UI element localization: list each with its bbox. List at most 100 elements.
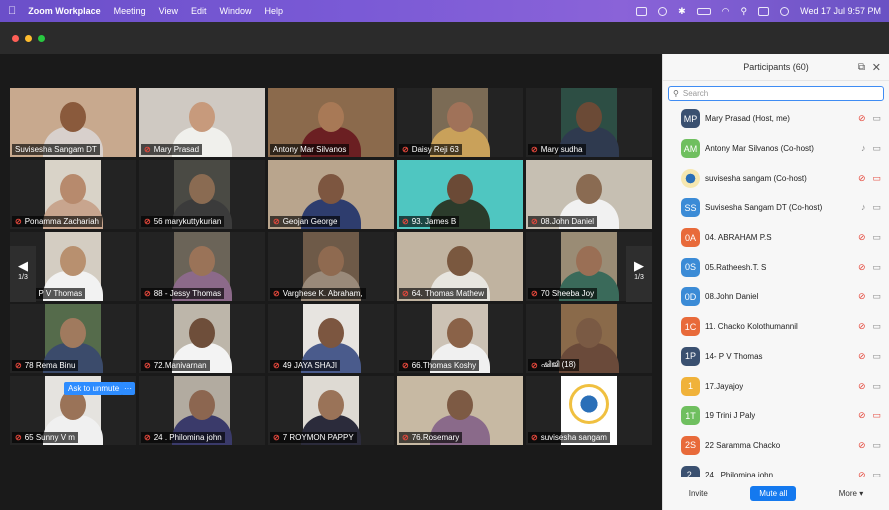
control-center-icon[interactable] [758, 6, 770, 16]
menu-meeting[interactable]: Meeting [114, 6, 146, 16]
video-tile[interactable]: ⊘ suvisesha sangam [526, 376, 652, 445]
muted-mic-icon[interactable]: ⊘ [858, 440, 866, 451]
video-tile[interactable]: ⊘ 24 . Philomina john [139, 376, 265, 445]
participant-name-label: ⊘ 66.Thomas Koshy [399, 360, 480, 371]
invite-button[interactable]: Invite [680, 486, 717, 501]
video-off-icon[interactable]: ▭ [872, 173, 881, 184]
participant-row[interactable]: 1T 19 Trini J Paly ⊘ ▭ [663, 401, 889, 431]
video-icon[interactable]: ▭ [872, 202, 881, 213]
close-icon[interactable]: ✕ [872, 61, 881, 74]
menu-help[interactable]: Help [265, 6, 284, 16]
video-tile[interactable]: ⊘ 49 JAYA SHAJI [268, 304, 394, 373]
person-head [318, 318, 344, 348]
wifi-icon[interactable]: ◠ [722, 6, 730, 17]
muted-mic-icon[interactable]: ⊘ [858, 470, 866, 477]
video-tile[interactable]: ⊘ 78 Rema Binu [10, 304, 136, 373]
video-tile[interactable]: ⊘ 64. Thomas Mathew [397, 232, 523, 301]
participant-name-label: ⊘ ഷിജി (18) [528, 359, 579, 371]
video-tile[interactable]: ⊘ Ponamma Zachariah [10, 160, 136, 229]
video-tile[interactable]: ⊘ 08.John Daniel [526, 160, 652, 229]
video-icon[interactable]: ▭ [872, 381, 881, 392]
battery-icon[interactable] [696, 7, 711, 15]
muted-mic-icon: ⊘ [531, 217, 538, 226]
muted-mic-icon[interactable]: ⊘ [858, 321, 866, 332]
siri-icon[interactable] [780, 6, 790, 16]
muted-mic-icon[interactable]: ⊘ [858, 410, 866, 421]
video-tile[interactable]: ⊘ Daisy Reji 63 [397, 88, 523, 157]
video-tile[interactable]: ⊘ 66.Thomas Koshy [397, 304, 523, 373]
video-icon[interactable]: ▭ [872, 351, 881, 362]
video-icon[interactable]: ▭ [872, 291, 881, 302]
muted-mic-icon: ⊘ [15, 361, 22, 370]
participant-row[interactable]: MP Mary Prasad (Host, me) ⊘ ▭ [663, 104, 889, 134]
zoom-status-icon[interactable] [636, 6, 648, 16]
video-icon[interactable]: ▭ [872, 113, 881, 124]
menu-edit[interactable]: Edit [191, 6, 207, 16]
participant-row[interactable]: 1P 14- P V Thomas ⊘ ▭ [663, 342, 889, 372]
video-off-icon[interactable]: ▭ [872, 410, 881, 421]
video-tile[interactable]: ⊘ 76.Rosemary [397, 376, 523, 445]
participant-row[interactable]: AM Antony Mar Silvanos (Co-host) ♪ ▭ [663, 134, 889, 164]
video-tile[interactable]: ⊘ 72.Manivarnan [139, 304, 265, 373]
video-icon[interactable]: ▭ [872, 470, 881, 477]
video-tile[interactable]: ⊘ 7 ROYMON PAPPY [268, 376, 394, 445]
tile-more-button[interactable]: ··· [121, 382, 135, 395]
search-icon[interactable]: ⚲ [741, 6, 748, 17]
muted-mic-icon[interactable]: ⊘ [858, 232, 866, 243]
more-button[interactable]: More ▾ [830, 486, 872, 501]
fullscreen-window-button[interactable] [38, 35, 45, 42]
menubar-clock[interactable]: Wed 17 Jul 9:57 PM [800, 6, 881, 16]
muted-mic-icon[interactable]: ⊘ [858, 291, 866, 302]
video-tile[interactable]: Antony Mar Silvanos [268, 88, 394, 157]
mute-all-button[interactable]: Mute all [750, 486, 797, 501]
chevron-right-icon: ▶ [634, 258, 644, 273]
participant-row[interactable]: 0A 04. ABRAHAM P.S ⊘ ▭ [663, 223, 889, 253]
participant-row[interactable]: SS Suvisesha Sangam DT (Co-host) ♪ ▭ [663, 193, 889, 223]
menu-window[interactable]: Window [220, 6, 252, 16]
close-window-button[interactable] [12, 35, 19, 42]
participant-row[interactable]: suvisesha sangam (Co-host) ⊘ ▭ [663, 163, 889, 193]
video-icon[interactable]: ▭ [872, 440, 881, 451]
bluetooth-icon[interactable]: ✱ [678, 6, 686, 17]
video-tile[interactable]: ⊘ Varghese K. Abraham, [268, 232, 394, 301]
menu-app-name[interactable]: Zoom Workplace [28, 6, 100, 16]
participant-row[interactable]: 2S 22 Saramma Chacko ⊘ ▭ [663, 431, 889, 461]
video-tile[interactable]: ⊘ Geojan George [268, 160, 394, 229]
ask-to-unmute-button[interactable]: Ask to unmute [64, 382, 124, 395]
participant-list[interactable]: MP Mary Prasad (Host, me) ⊘ ▭ AM Antony Mar S… [663, 104, 889, 477]
muted-mic-icon[interactable]: ⊘ [858, 113, 866, 124]
video-tile[interactable]: ⊘ ഷിജി (18) [526, 304, 652, 373]
muted-mic-icon[interactable]: ⊘ [858, 173, 866, 184]
participant-row[interactable]: 0S 05.Ratheesh.T. S ⊘ ▭ [663, 252, 889, 282]
previous-page-button[interactable]: ◀ 1/3 [10, 246, 36, 302]
menu-view[interactable]: View [159, 6, 178, 16]
record-icon[interactable] [658, 6, 668, 16]
video-icon[interactable]: ▭ [872, 232, 881, 243]
video-tile[interactable]: ⊘ 56 marykuttykurian [139, 160, 265, 229]
video-icon[interactable]: ▭ [872, 143, 881, 154]
video-tile[interactable]: ⊘ 88 - Jessy Thomas [139, 232, 265, 301]
muted-mic-icon[interactable]: ⊘ [858, 381, 866, 392]
mic-icon[interactable]: ♪ [861, 202, 866, 213]
participant-row[interactable]: 1C 11. Chacko Kolothumannil ⊘ ▭ [663, 312, 889, 342]
pop-out-icon[interactable]: ⧉ [858, 62, 865, 73]
participant-search-input[interactable]: ⚲ Search [668, 86, 884, 101]
participant-row[interactable]: 0D 08.John Daniel ⊘ ▭ [663, 282, 889, 312]
mic-icon[interactable]: ♪ [861, 143, 866, 154]
video-tile[interactable]: ⊘ Mary Prasad [139, 88, 265, 157]
muted-mic-icon[interactable]: ⊘ [858, 351, 866, 362]
apple-icon[interactable]:  [8, 5, 16, 17]
video-icon[interactable]: ▭ [872, 262, 881, 273]
video-tile[interactable]: Suvisesha Sangam DT [10, 88, 136, 157]
muted-mic-icon[interactable]: ⊘ [858, 262, 866, 273]
next-page-button[interactable]: ▶ 1/3 [626, 246, 652, 302]
participant-row[interactable]: 1 17.Jayajoy ⊘ ▭ [663, 371, 889, 401]
participant-name: 49 JAYA SHAJI [282, 361, 338, 370]
video-tile[interactable]: ⊘ 93. James B [397, 160, 523, 229]
avatar: 2S [681, 435, 700, 455]
video-tile[interactable]: ⊘ Mary sudha [526, 88, 652, 157]
video-icon[interactable]: ▭ [872, 321, 881, 332]
participant-row[interactable]: 2. 24 . Philomina john ⊘ ▭ [663, 460, 889, 477]
participant-status-icons: ⊘ ▭ [858, 291, 881, 302]
minimize-window-button[interactable] [25, 35, 32, 42]
